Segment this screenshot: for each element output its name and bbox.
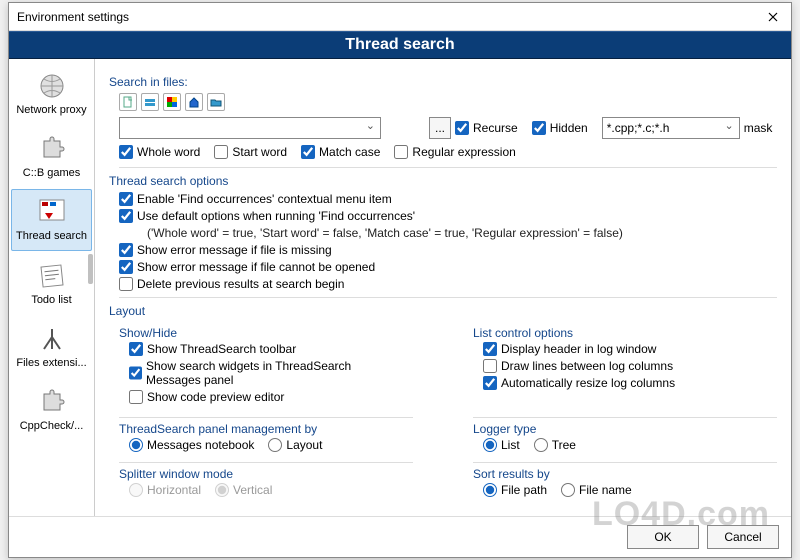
err-missing-checkbox[interactable]: Show error message if file is missing (119, 243, 767, 257)
sidebar-item-network-proxy[interactable]: Network proxy (11, 63, 92, 124)
todo-icon (36, 260, 68, 292)
search-input[interactable] (119, 117, 381, 139)
divider (119, 417, 413, 418)
flag-icon[interactable] (163, 93, 181, 111)
sort-path-radio[interactable]: File path (483, 483, 547, 497)
mask-input[interactable] (602, 117, 740, 139)
logger-tree-radio[interactable]: Tree (534, 438, 576, 452)
divider (119, 167, 777, 168)
sidebar-item-label: Todo list (31, 294, 71, 307)
start-word-checkbox[interactable]: Start word (214, 145, 287, 159)
splitter-vertical-radio: Vertical (215, 483, 272, 497)
home-icon[interactable] (185, 93, 203, 111)
sidebar-item-thread-search[interactable]: Thread search (11, 189, 92, 250)
delete-prev-checkbox[interactable]: Delete previous results at search begin (119, 277, 767, 291)
tripod-icon (36, 323, 68, 355)
globe-icon (36, 70, 68, 102)
puzzle-icon (36, 386, 68, 418)
search-toolbar (119, 93, 777, 111)
divider (119, 462, 413, 463)
main-panel: Search in files: ... Recurse Hidden mask (95, 59, 791, 516)
settings-dialog: Environment settings Thread search Netwo… (8, 2, 792, 558)
showhide-label: Show/Hide (119, 326, 413, 340)
window-title: Environment settings (17, 10, 755, 24)
sidebar-scrollbar[interactable] (88, 254, 93, 284)
titlebar: Environment settings (9, 3, 791, 31)
dialog-footer: OK Cancel (9, 516, 791, 557)
folder-icon[interactable] (207, 93, 225, 111)
new-doc-icon[interactable] (119, 93, 137, 111)
search-label: Search in files: (109, 75, 777, 89)
page-banner: Thread search (9, 31, 791, 59)
sidebar-item-label: CppCheck/... (20, 420, 84, 433)
puzzle-icon (36, 133, 68, 165)
sort-name-radio[interactable]: File name (561, 483, 632, 497)
divider (473, 417, 777, 418)
cancel-button[interactable]: Cancel (707, 525, 779, 549)
panel-mgmt-label: ThreadSearch panel management by (119, 422, 413, 436)
splitter-horizontal-radio: Horizontal (129, 483, 201, 497)
hidden-checkbox[interactable]: Hidden (532, 121, 588, 135)
messages-radio[interactable]: Messages notebook (129, 438, 254, 452)
sidebar-item-label: Network proxy (16, 104, 86, 117)
regex-checkbox[interactable]: Regular expression (394, 145, 515, 159)
sort-label: Sort results by (473, 467, 777, 481)
sidebar-item-files-extension[interactable]: Files extensi... (11, 316, 92, 377)
listctrl-label: List control options (473, 326, 777, 340)
enable-find-checkbox[interactable]: Enable 'Find occurrences' contextual men… (119, 192, 767, 206)
search-flags-row: Whole word Start word Match case Regular… (119, 145, 777, 159)
ok-button[interactable]: OK (627, 525, 699, 549)
thread-search-icon (36, 196, 68, 228)
browse-button[interactable]: ... (429, 117, 451, 139)
show-preview-checkbox[interactable]: Show code preview editor (129, 390, 403, 404)
display-header-checkbox[interactable]: Display header in log window (483, 342, 767, 356)
options-label: Thread search options (109, 174, 777, 188)
sidebar-item-label: Thread search (16, 230, 87, 243)
logger-list-radio[interactable]: List (483, 438, 520, 452)
open-icon[interactable] (141, 93, 159, 111)
sidebar-item-label: C::B games (23, 167, 80, 180)
whole-word-checkbox[interactable]: Whole word (119, 145, 200, 159)
divider (119, 297, 777, 298)
sidebar-item-cb-games[interactable]: C::B games (11, 126, 92, 187)
sidebar-item-todo-list[interactable]: Todo list (11, 253, 92, 314)
default-hint-text: ('Whole word' = true, 'Start word' = fal… (147, 226, 777, 240)
mask-label: mask (744, 121, 773, 135)
category-sidebar: Network proxy C::B games Thread search T… (9, 59, 95, 516)
divider (473, 462, 777, 463)
search-input-row: ... Recurse Hidden mask (119, 117, 777, 139)
show-widgets-checkbox[interactable]: Show search widgets in ThreadSearch Mess… (129, 359, 403, 387)
close-icon (768, 12, 778, 22)
use-default-checkbox[interactable]: Use default options when running 'Find o… (119, 209, 767, 223)
draw-lines-checkbox[interactable]: Draw lines between log columns (483, 359, 767, 373)
close-button[interactable] (755, 3, 791, 31)
sidebar-item-cppcheck[interactable]: CppCheck/... (11, 379, 92, 440)
options-list: Enable 'Find occurrences' contextual men… (119, 192, 777, 291)
match-case-checkbox[interactable]: Match case (301, 145, 380, 159)
sidebar-item-label: Files extensi... (16, 357, 86, 370)
err-open-checkbox[interactable]: Show error message if file cannot be ope… (119, 260, 767, 274)
show-toolbar-checkbox[interactable]: Show ThreadSearch toolbar (129, 342, 403, 356)
splitter-label: Splitter window mode (119, 467, 413, 481)
logger-label: Logger type (473, 422, 777, 436)
auto-resize-checkbox[interactable]: Automatically resize log columns (483, 376, 767, 390)
layout-label: Layout (109, 304, 777, 318)
recurse-checkbox[interactable]: Recurse (455, 121, 518, 135)
layout-radio[interactable]: Layout (268, 438, 322, 452)
